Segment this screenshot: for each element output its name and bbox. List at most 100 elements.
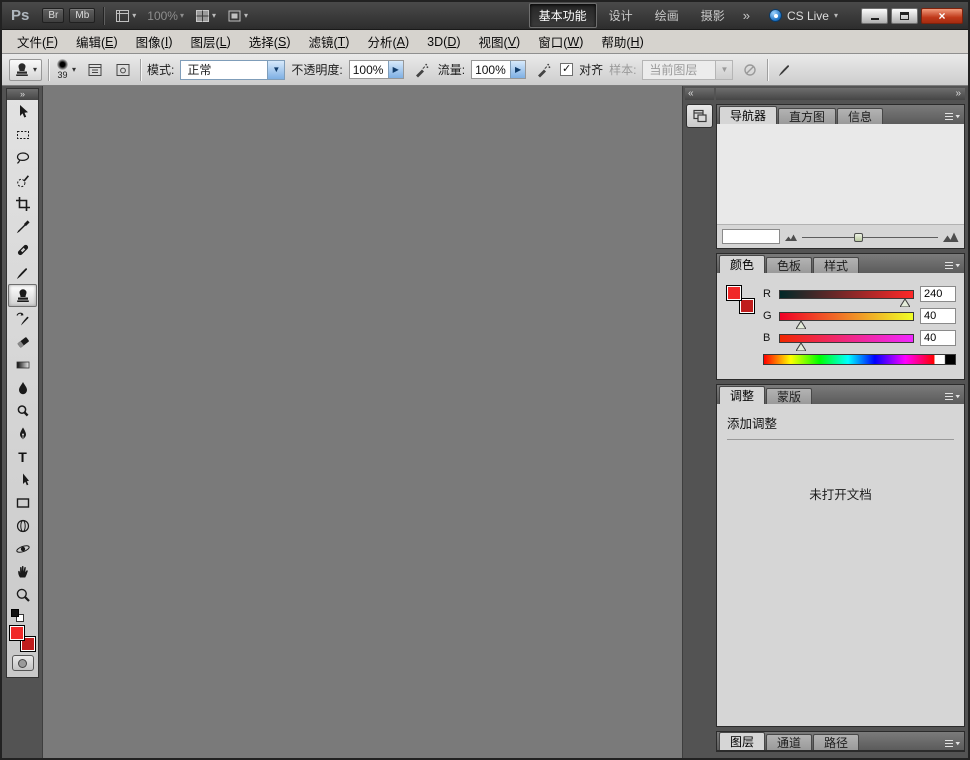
lasso-tool[interactable] xyxy=(8,146,37,169)
workspace-tab-design[interactable]: 设计 xyxy=(599,3,643,28)
menu-layer[interactable]: 图层(L) xyxy=(182,30,240,53)
hand-tool[interactable] xyxy=(8,560,37,583)
bridge-button[interactable]: Br xyxy=(42,8,64,23)
quick-selection-tool[interactable] xyxy=(8,169,37,192)
workspace-tab-essentials[interactable]: 基本功能 xyxy=(529,3,597,28)
menu-image[interactable]: 图像(I) xyxy=(127,30,182,53)
menu-file[interactable]: 文件(F) xyxy=(8,30,67,53)
arrange-documents-dropdown[interactable]: ▾ xyxy=(192,9,219,23)
foreground-color-swatch[interactable] xyxy=(9,625,25,641)
quick-mask-button[interactable] xyxy=(12,655,34,671)
blur-tool[interactable] xyxy=(8,376,37,399)
tools-collapse-header[interactable]: » xyxy=(7,89,38,100)
canvas-area[interactable] xyxy=(42,86,683,758)
green-channel-label: G xyxy=(763,310,773,322)
history-brush-tool[interactable] xyxy=(8,307,37,330)
eyedropper-tool[interactable] xyxy=(8,215,37,238)
menu-3d[interactable]: 3D(D) xyxy=(418,30,469,53)
minibridge-button[interactable]: Mb xyxy=(69,8,95,23)
sample-select[interactable]: 当前图层 ▼ xyxy=(642,60,733,80)
toggle-clone-source-button[interactable] xyxy=(112,60,134,80)
menu-help[interactable]: 帮助(H) xyxy=(592,30,652,53)
red-slider[interactable] xyxy=(779,290,914,299)
ignore-adjustment-layers-button[interactable] xyxy=(739,60,761,80)
tab-masks[interactable]: 蒙版 xyxy=(766,388,812,404)
slider-thumb[interactable] xyxy=(900,299,910,307)
path-selection-tool[interactable] xyxy=(8,468,37,491)
expand-panels-arrows[interactable]: « xyxy=(685,88,714,100)
toggle-brush-panel-button-2[interactable] xyxy=(774,60,796,80)
brush-tool[interactable] xyxy=(8,261,37,284)
tool-preset-picker[interactable]: ▾ xyxy=(9,59,42,81)
menu-analysis[interactable]: 分析(A) xyxy=(358,30,418,53)
panel-menu-button[interactable] xyxy=(944,109,961,127)
panel-menu-button[interactable] xyxy=(944,389,961,407)
spot-healing-brush-tool[interactable] xyxy=(8,238,37,261)
view-extras-dropdown[interactable]: ▾ xyxy=(112,9,139,23)
rectangular-marquee-tool[interactable] xyxy=(8,123,37,146)
workspace-tab-photography[interactable]: 摄影 xyxy=(691,3,735,28)
color-spectrum-ramp[interactable] xyxy=(763,354,956,365)
3d-rotate-camera-tool[interactable] xyxy=(8,537,37,560)
airbrush-toggle-button[interactable] xyxy=(532,60,554,80)
brush-preset-picker[interactable]: 39 ▾ xyxy=(55,59,78,80)
eraser-tool[interactable] xyxy=(8,330,37,353)
red-value-input[interactable] xyxy=(920,286,956,302)
opacity-input[interactable] xyxy=(350,63,388,77)
zoom-tool[interactable] xyxy=(8,583,37,606)
green-value-input[interactable] xyxy=(920,308,956,324)
workspace-tab-painting[interactable]: 绘画 xyxy=(645,3,689,28)
flow-input[interactable] xyxy=(472,63,510,77)
opacity-field[interactable]: ▶ xyxy=(349,60,404,79)
navigator-zoom-input[interactable] xyxy=(722,229,780,244)
aligned-checkbox[interactable]: ✓ xyxy=(560,63,573,76)
blue-slider[interactable] xyxy=(779,334,914,343)
green-slider[interactable] xyxy=(779,312,914,321)
crop-tool[interactable] xyxy=(8,192,37,215)
foreground-color-swatch[interactable] xyxy=(726,285,742,301)
slider-thumb[interactable] xyxy=(796,343,806,351)
pen-tool[interactable] xyxy=(8,422,37,445)
menu-view[interactable]: 视图(V) xyxy=(470,30,530,53)
slider-thumb[interactable] xyxy=(796,321,806,329)
tab-info[interactable]: 信息 xyxy=(837,108,883,124)
blue-value-input[interactable] xyxy=(920,330,956,346)
minimize-button[interactable] xyxy=(861,8,888,24)
default-colors-icon[interactable] xyxy=(11,609,24,622)
collapse-dock-arrows[interactable]: » xyxy=(716,88,965,100)
tab-paths[interactable]: 路径 xyxy=(813,734,859,750)
screen-mode-dropdown[interactable]: ▾ xyxy=(224,9,251,23)
collapsed-panel-button[interactable] xyxy=(686,104,713,128)
menu-window[interactable]: 窗口(W) xyxy=(529,30,592,53)
navigator-zoom-slider[interactable] xyxy=(802,230,938,244)
panel-menu-button[interactable] xyxy=(944,736,961,754)
dodge-tool[interactable] xyxy=(8,399,37,422)
toggle-brush-panel-button[interactable] xyxy=(84,60,106,80)
menu-filter[interactable]: 滤镜(T) xyxy=(299,30,358,53)
restore-button[interactable] xyxy=(891,8,918,24)
workspace-overflow-button[interactable]: » xyxy=(737,8,756,23)
horizontal-type-tool[interactable]: T xyxy=(8,445,37,468)
menu-select[interactable]: 选择(S) xyxy=(240,30,300,53)
tab-adjustments[interactable]: 调整 xyxy=(719,386,765,404)
zoom-level-dropdown[interactable]: 100% ▾ xyxy=(144,9,187,23)
tab-color[interactable]: 颜色 xyxy=(719,255,765,273)
close-button[interactable]: × xyxy=(921,8,963,24)
move-tool[interactable] xyxy=(8,100,37,123)
gradient-tool[interactable] xyxy=(8,353,37,376)
3d-object-rotate-tool[interactable] xyxy=(8,514,37,537)
flow-field[interactable]: ▶ xyxy=(471,60,526,79)
menu-edit[interactable]: 编辑(E) xyxy=(67,30,127,53)
tab-navigator[interactable]: 导航器 xyxy=(719,106,777,124)
cs-live-dropdown[interactable]: CS Live ▾ xyxy=(761,7,846,25)
opacity-pressure-button[interactable] xyxy=(410,60,432,80)
clone-stamp-tool[interactable] xyxy=(8,284,37,307)
blend-mode-select[interactable]: 正常 ▼ xyxy=(180,60,285,80)
tab-styles[interactable]: 样式 xyxy=(813,257,859,273)
tab-swatches[interactable]: 色板 xyxy=(766,257,812,273)
tab-layers[interactable]: 图层 xyxy=(719,732,765,750)
tab-histogram[interactable]: 直方图 xyxy=(778,108,836,124)
slider-thumb[interactable] xyxy=(854,233,863,242)
rectangle-shape-tool[interactable] xyxy=(8,491,37,514)
tab-channels[interactable]: 通道 xyxy=(766,734,812,750)
